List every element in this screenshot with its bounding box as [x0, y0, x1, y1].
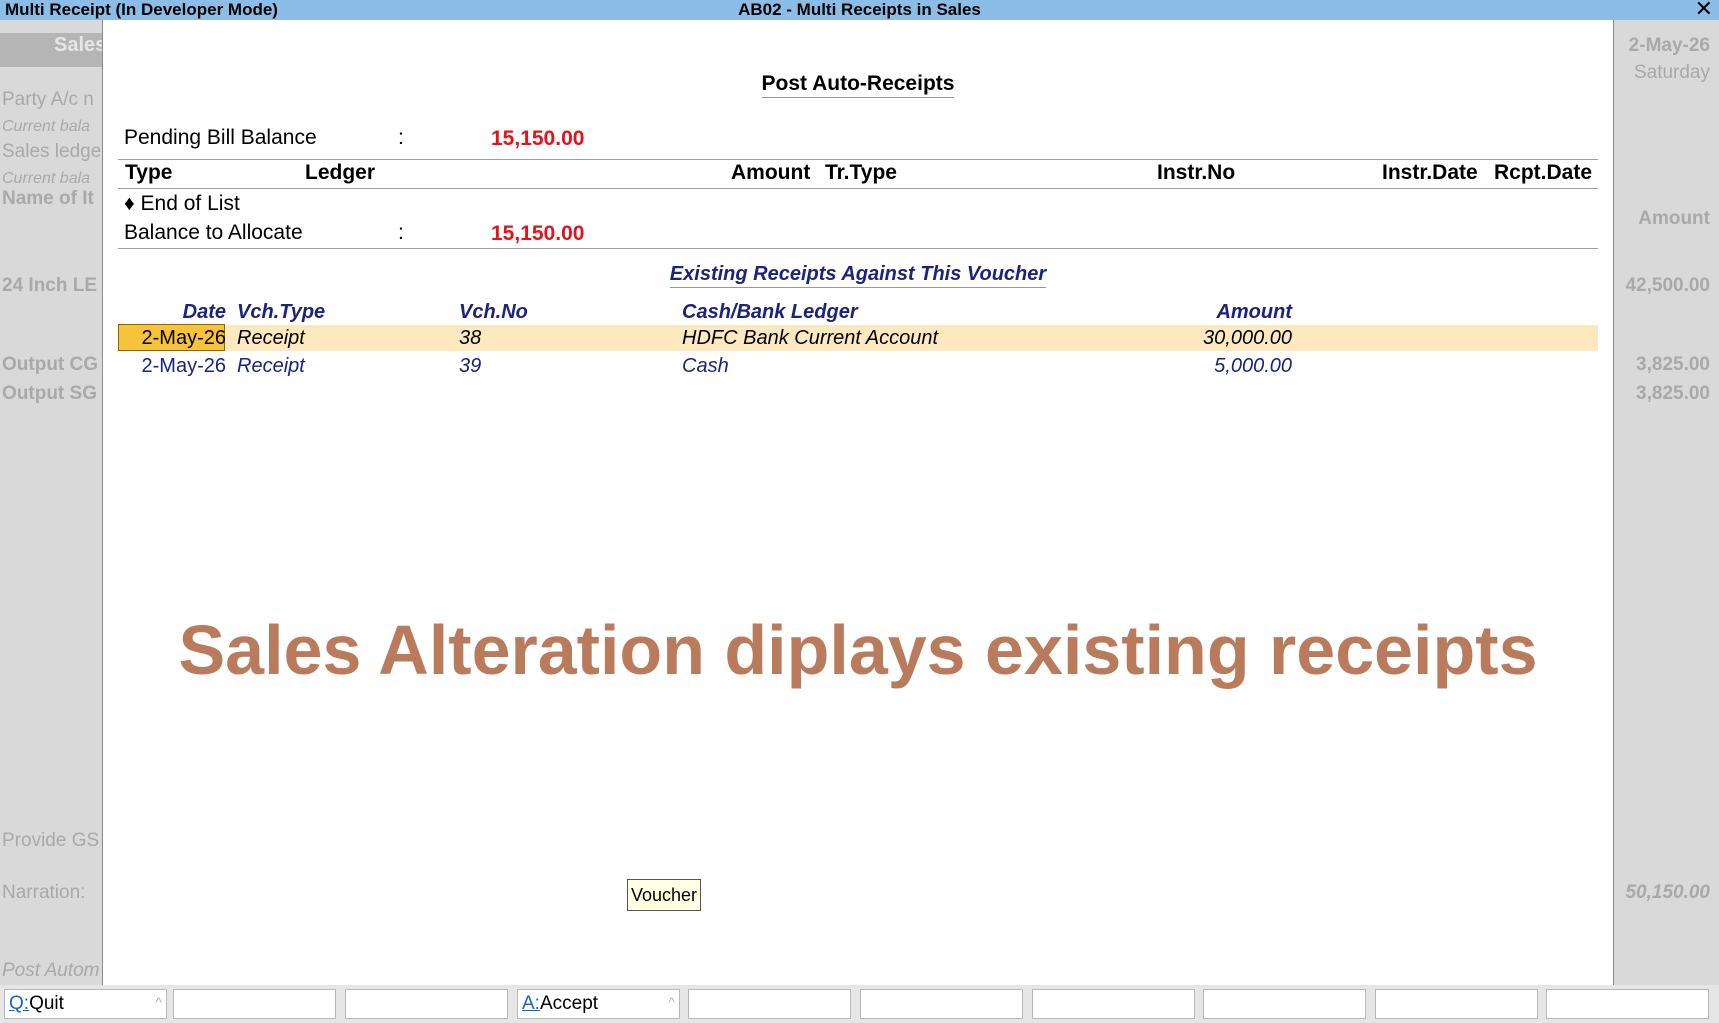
vch-type-column-header: Vch.Type — [237, 301, 326, 323]
overlay-caption: Sales Alteration diplays existing receip… — [178, 611, 1538, 689]
empty-function-button[interactable] — [1203, 989, 1366, 1019]
cash-bank-ledger-column-header: Cash/Bank Ledger — [682, 301, 858, 323]
caret-icon: ^ — [155, 994, 162, 1010]
existing-receipts-title: Existing Receipts Against This Voucher — [669, 263, 1047, 288]
table-row-vch-no[interactable]: 38 — [459, 327, 481, 350]
empty-function-button[interactable] — [1032, 989, 1195, 1019]
quit-button[interactable]: Q:Quit ^ — [4, 989, 167, 1019]
sales-ledger-label: Sales ledge — [2, 141, 102, 162]
balance-allocate-label: Balance to Allocate — [124, 221, 303, 244]
table-row-date[interactable]: 2-May-26 — [142, 355, 226, 378]
pending-bill-label: Pending Bill Balance — [124, 126, 317, 149]
balance-allocate-colon: : — [398, 221, 404, 244]
instr-date-column-header: Instr.Date — [1382, 161, 1478, 184]
table-row-vch-type[interactable]: Receipt — [237, 327, 305, 350]
type-column-header: Type — [125, 161, 173, 184]
narration-label: Narration: — [2, 882, 86, 903]
divider — [118, 159, 1598, 160]
item-amount: 42,500.00 — [1625, 275, 1710, 296]
party-label: Party A/c n — [2, 89, 94, 110]
divider — [118, 248, 1598, 249]
table-row-vch-no[interactable]: 39 — [459, 355, 481, 378]
current-balance-label: Current bala — [2, 170, 91, 187]
divider — [118, 188, 1598, 189]
post-auto-receipts-dialog: Post Auto-Receipts Pending Bill Balance … — [102, 20, 1614, 985]
background-voucher-right: 2-May-26 Saturday Amount 42,500.00 3,825… — [1612, 20, 1719, 985]
voucher-tooltip: Voucher — [627, 879, 702, 911]
sgst-amount: 3,825.00 — [1636, 383, 1710, 404]
cgst-amount: 3,825.00 — [1636, 354, 1710, 375]
table-row-amount[interactable]: 5,000.00 — [1214, 355, 1292, 378]
item-name: 24 Inch LE — [2, 275, 98, 296]
rcpt-date-column-header: Rcpt.Date — [1494, 161, 1593, 184]
caret-icon: ^ — [668, 994, 675, 1010]
table-row-amount[interactable]: 30,000.00 — [1203, 327, 1292, 350]
table-row-vch-type[interactable]: Receipt — [237, 355, 305, 378]
provide-gst-label: Provide GS — [2, 830, 100, 851]
post-auto-label: Post Autom — [2, 960, 100, 981]
output-sgst-ledger: Output SG — [2, 383, 97, 404]
footer-button-bar: Q:Quit ^ A:Accept ^ — [0, 985, 1719, 1023]
empty-function-button[interactable] — [860, 989, 1023, 1019]
quit-shortcut-key: Q: — [9, 993, 30, 1014]
table-row-ledger[interactable]: Cash — [682, 355, 729, 378]
window-title: Multi Receipt (In Developer Mode) — [5, 0, 278, 19]
empty-function-button[interactable] — [1546, 989, 1709, 1019]
empty-function-button[interactable] — [173, 989, 336, 1019]
current-balance-label: Current bala — [2, 118, 91, 135]
total-amount: 50,150.00 — [1625, 882, 1710, 903]
dialog-title: Post Auto-Receipts — [761, 72, 955, 98]
quit-label: Quit — [29, 993, 64, 1014]
tr-type-column-header: Tr.Type — [825, 161, 897, 184]
close-icon[interactable]: ✕ — [1695, 0, 1713, 20]
vch-no-column-header: Vch.No — [459, 301, 528, 323]
amount-column-header: Amount — [1638, 208, 1710, 229]
table-row-date[interactable]: 2-May-26 — [142, 327, 226, 350]
voucher-date: 2-May-26 — [1628, 35, 1710, 56]
pending-bill-value: 15,150.00 — [491, 127, 585, 150]
date-column-header: Date — [182, 301, 226, 323]
accept-label: Accept — [539, 993, 599, 1014]
background-voucher-left: Sales Party A/c n Current bala Sales led… — [0, 20, 102, 985]
output-cgst-ledger: Output CG — [2, 354, 99, 375]
empty-function-button[interactable] — [688, 989, 851, 1019]
instr-no-column-header: Instr.No — [1157, 161, 1236, 184]
item-column-header: Name of It — [2, 188, 94, 209]
ledger-column-header: Ledger — [305, 161, 376, 184]
pending-bill-colon: : — [398, 126, 404, 149]
table-row-ledger[interactable]: HDFC Bank Current Account — [682, 327, 938, 350]
end-of-list-item[interactable]: ♦ End of List — [124, 192, 240, 216]
amount-column-header: Amount — [1216, 301, 1292, 323]
voucher-type-label: Sales — [54, 34, 102, 56]
empty-function-button[interactable] — [1375, 989, 1538, 1019]
accept-button[interactable]: A:Accept ^ — [517, 989, 680, 1019]
empty-function-button[interactable] — [345, 989, 508, 1019]
balance-allocate-value: 15,150.00 — [491, 222, 585, 245]
accept-shortcut-key: A: — [522, 993, 540, 1014]
title-bar: Multi Receipt (In Developer Mode) AB02 -… — [0, 0, 1719, 20]
amount-column-header: Amount — [731, 161, 811, 184]
voucher-day: Saturday — [1633, 62, 1710, 83]
